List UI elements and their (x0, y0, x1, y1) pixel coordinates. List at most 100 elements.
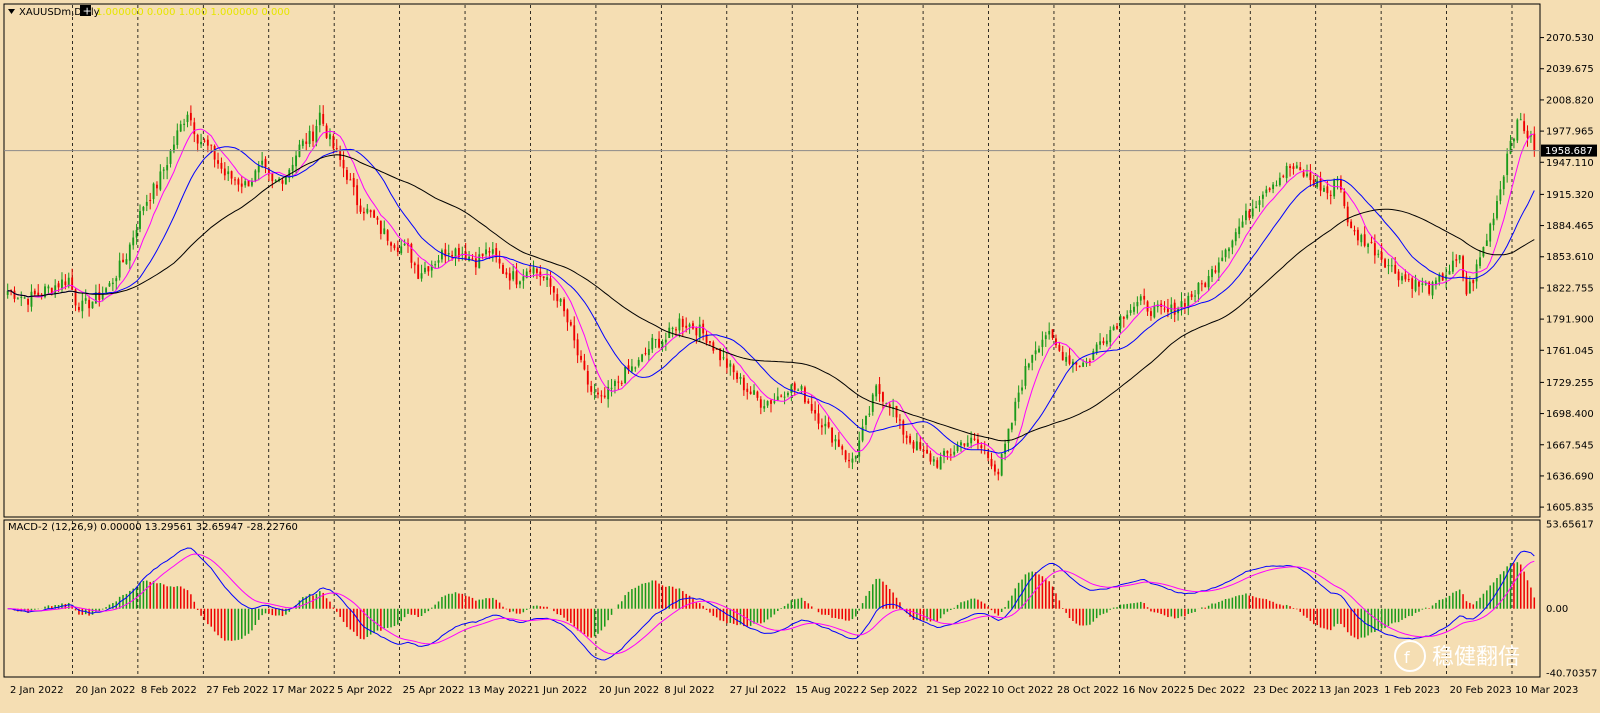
candle-body (753, 390, 755, 395)
candle-body (1431, 282, 1434, 296)
x-tick-label: 13 Jan 2023 (1319, 685, 1379, 696)
candle-body (1241, 221, 1244, 228)
candle-body (57, 283, 60, 288)
candle-body (366, 208, 369, 213)
candle-body (1380, 252, 1383, 260)
candle-body (949, 454, 952, 456)
candle-body (1153, 306, 1156, 318)
candle-body (512, 271, 515, 280)
candle-body (610, 387, 613, 389)
candle-body (1306, 173, 1308, 177)
candle-body (759, 399, 762, 408)
candle-body (848, 459, 850, 462)
candle-body (987, 451, 990, 459)
y-tick-label: 1761.045 (1546, 346, 1594, 357)
x-tick-label: 28 Oct 2022 (1057, 685, 1119, 696)
candle-body (196, 134, 199, 144)
candle-body (766, 401, 769, 406)
candle-body (1224, 249, 1227, 258)
candle-body (671, 327, 674, 330)
candle-body (797, 389, 800, 391)
candle-body (84, 298, 87, 301)
x-tick-label: 27 Feb 2022 (206, 685, 268, 696)
y-tick-label: 1853.610 (1546, 252, 1594, 263)
candle-body (993, 464, 996, 472)
candle-body (831, 427, 833, 443)
candle-body (1221, 257, 1224, 261)
macd-tick-label: 0.00 (1546, 604, 1568, 615)
candle-body (183, 123, 186, 125)
candle-body (264, 158, 267, 168)
candle-body (20, 296, 23, 298)
candle-body (1245, 210, 1247, 221)
candle-body (1516, 119, 1519, 141)
x-tick-label: 10 Mar 2023 (1515, 685, 1578, 696)
candle-body (661, 342, 664, 347)
candle-body (1407, 279, 1410, 281)
candle-body (729, 363, 732, 367)
candle-body (474, 258, 477, 268)
candle-body (373, 210, 376, 218)
macd-tick-label: -40.70357 (1546, 669, 1597, 680)
candle-body (1163, 308, 1166, 310)
candle-body (756, 391, 759, 398)
candle-body (1485, 240, 1488, 247)
candle-body (149, 199, 152, 201)
candle-body (1238, 226, 1241, 235)
candle-body (1479, 257, 1481, 266)
candle-body (1021, 387, 1023, 391)
candle-body (379, 220, 382, 234)
candle-body (189, 112, 192, 121)
candle-body (308, 130, 311, 145)
y-tick-label: 1667.545 (1546, 440, 1594, 451)
candle-body (64, 281, 67, 286)
candle-body (871, 394, 874, 412)
candle-body (556, 294, 559, 302)
candle-body (488, 251, 491, 253)
candle-body (1058, 345, 1061, 351)
candle-body (271, 173, 274, 182)
candle-body (200, 141, 202, 145)
candle-body (583, 360, 586, 370)
candle-body (1302, 172, 1305, 177)
candle-body (1000, 453, 1003, 476)
candle-body (50, 287, 53, 293)
candle-body (600, 395, 603, 397)
candle-body (1472, 279, 1475, 284)
candle-body (335, 148, 338, 150)
candle-body (654, 339, 657, 341)
candle-body (230, 171, 233, 179)
candle-body (1231, 240, 1234, 248)
dropdown-icon[interactable] (8, 9, 15, 14)
candle-body (1513, 138, 1515, 142)
x-tick-label: 17 Mar 2022 (272, 685, 335, 696)
candle-body (1272, 184, 1275, 190)
candle-body (261, 160, 264, 165)
candle-body (909, 436, 912, 443)
candle-body (732, 365, 735, 373)
candle-body (315, 125, 318, 143)
chart-svg[interactable]: 2070.530 2039.675 2008.820 1977.965 1947.110… (0, 0, 1600, 713)
candle-body (156, 184, 158, 189)
candle-body (793, 383, 796, 390)
candle-body (240, 183, 243, 187)
y-tick-label: 1698.400 (1546, 409, 1594, 420)
candle-body (37, 292, 40, 296)
candle-body (773, 401, 776, 403)
candle-body (1319, 178, 1322, 191)
candle-body (1061, 351, 1064, 361)
candle-body (939, 456, 942, 470)
candle-body (1394, 264, 1397, 274)
plus-icon[interactable]: + (83, 5, 92, 18)
candle-body (515, 271, 518, 285)
candle-body (118, 260, 121, 278)
candle-body (1275, 185, 1278, 187)
candle-body (1065, 356, 1068, 362)
candle-body (508, 273, 511, 281)
candle-body (1418, 281, 1420, 287)
x-tick-label: 8 Jul 2022 (664, 685, 714, 696)
candle-body (966, 442, 969, 447)
candle-body (814, 409, 817, 414)
candle-body (1004, 443, 1007, 455)
candle-body (1251, 208, 1254, 217)
